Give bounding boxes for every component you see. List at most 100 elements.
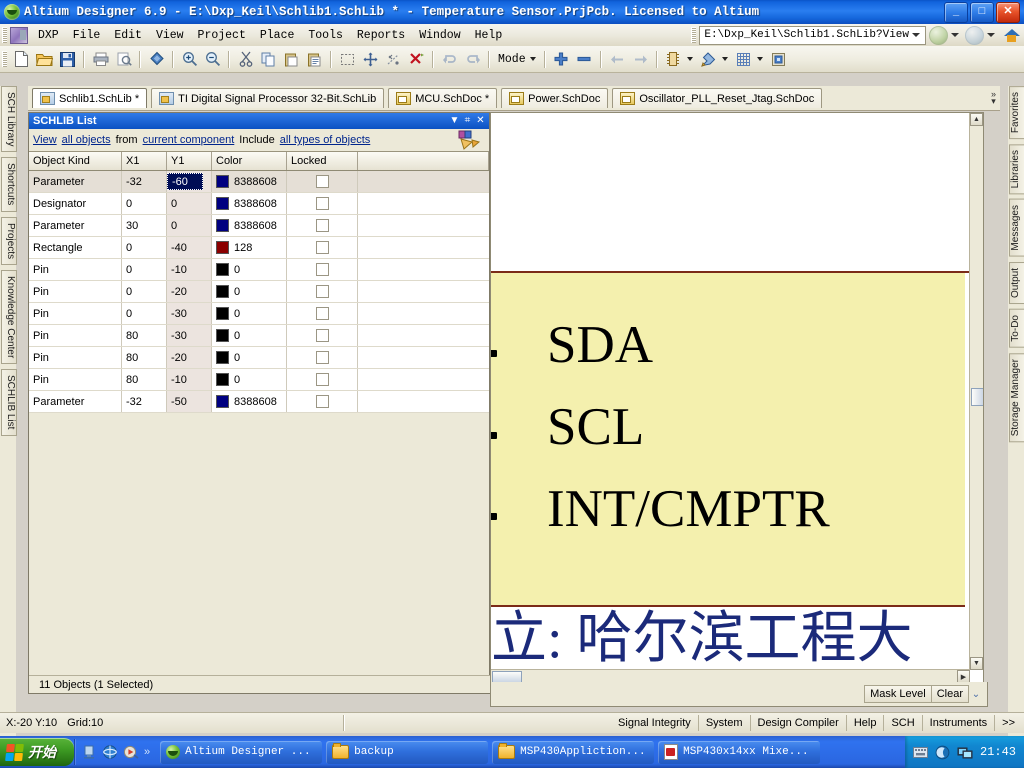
remove-part-icon[interactable] (574, 49, 595, 69)
mask-level-button[interactable]: Mask Level (864, 685, 932, 703)
new-document-icon[interactable] (11, 49, 32, 69)
cell-x1[interactable]: -32 (122, 171, 167, 192)
table-row[interactable]: Pin 0 -30 0 (29, 303, 489, 325)
sidebar-item-knowledge-center[interactable]: Knowledge Center (1, 269, 17, 365)
cell-locked[interactable] (287, 303, 358, 324)
locked-checkbox[interactable] (315, 241, 329, 254)
taskbar-item-msp430appliction[interactable]: MSP430Appliction... (492, 740, 655, 764)
chevron-right-double-icon[interactable]: » (144, 746, 150, 758)
menu-item-edit[interactable]: Edit (107, 26, 149, 45)
column-header-object-kind[interactable]: Object Kind (29, 152, 122, 170)
canvas-vertical-scrollbar[interactable]: ▲ ▼ (969, 113, 983, 670)
clear-selection-icon[interactable] (406, 49, 427, 69)
mode-dropdown-icon[interactable] (529, 57, 536, 61)
pin-marker[interactable] (491, 513, 497, 520)
ie-icon[interactable] (102, 744, 118, 760)
sidebar-item-storage-manager[interactable]: Storage Manager (1009, 352, 1024, 443)
sidebar-item-shortcuts[interactable]: Shortcuts (1, 157, 17, 212)
menu-item-file[interactable]: File (66, 26, 108, 45)
filter-source-link[interactable]: current component (143, 134, 235, 146)
open-folder-icon[interactable] (34, 49, 55, 69)
ide-icon[interactable] (768, 49, 789, 69)
taskbar-item-backup[interactable]: backup (326, 740, 489, 764)
table-row[interactable]: Pin 80 -30 0 (29, 325, 489, 347)
forward-navigation-icon[interactable] (965, 25, 984, 45)
menu-item-view[interactable]: View (149, 26, 191, 45)
schematic-canvas[interactable]: SDA SCL INT/CMPTR 立: 哈尔滨工程大 ▲ ▼ ▶ (490, 112, 984, 684)
back-navigation-icon[interactable] (929, 25, 948, 45)
column-header-x1[interactable]: X1 (122, 152, 167, 170)
locked-checkbox[interactable] (315, 263, 329, 276)
table-row[interactable]: Parameter 30 0 8388608 (29, 215, 489, 237)
grid-dropdown-icon[interactable] (756, 57, 763, 61)
locked-checkbox[interactable] (315, 351, 329, 364)
cell-color[interactable]: 0 (212, 325, 287, 346)
locked-checkbox[interactable] (315, 219, 329, 232)
scroll-up-icon[interactable]: ▲ (970, 113, 983, 126)
zoom-in-icon[interactable] (179, 49, 200, 69)
document-tab-mcu[interactable]: MCU.SchDoc * (388, 88, 498, 108)
menu-item-reports[interactable]: Reports (350, 26, 412, 45)
cell-x1[interactable]: 0 (122, 303, 167, 324)
status-button-sch[interactable]: SCH (884, 715, 923, 731)
cell-color[interactable]: 0 (212, 259, 287, 280)
cell-color[interactable]: 8388608 (212, 193, 287, 214)
sidebar-item-projects[interactable]: Projects (1, 216, 17, 265)
locked-checkbox[interactable] (315, 395, 329, 408)
move-icon[interactable] (360, 49, 381, 69)
media-player-icon[interactable] (123, 744, 139, 760)
pin-marker[interactable] (491, 350, 497, 357)
sidebar-item-output[interactable]: Output (1009, 262, 1024, 305)
pin-icon[interactable]: ⌗ (461, 115, 474, 128)
document-tab-ti-dsp[interactable]: TI Digital Signal Processor 32-Bit.SchLi… (151, 88, 385, 108)
locked-checkbox[interactable] (315, 307, 329, 320)
grid-icon[interactable] (733, 49, 754, 69)
cell-y1[interactable]: -30 (167, 303, 212, 324)
taskbar-item-altium[interactable]: Altium Designer ... (160, 740, 323, 764)
cut-icon[interactable] (235, 49, 256, 69)
y1-edit-input[interactable]: -60 (167, 173, 203, 190)
sidebar-item-todo[interactable]: To-Do (1009, 309, 1024, 348)
shield-icon[interactable] (935, 745, 950, 760)
cell-x1[interactable]: 80 (122, 369, 167, 390)
start-button[interactable]: 开始 (0, 738, 74, 766)
document-tab-oscillator[interactable]: Oscillator_PLL_Reset_Jtag.SchDoc (612, 88, 823, 108)
network-icon[interactable] (957, 746, 973, 759)
menu-item-help[interactable]: Help (468, 26, 510, 45)
taskbar-item-msp430x14xx-pdf[interactable]: MSP430x14xx Mixe... (658, 740, 821, 764)
chevron-down-icon[interactable]: ▼ (448, 115, 461, 128)
cell-locked[interactable] (287, 369, 358, 390)
cell-x1[interactable]: -32 (122, 391, 167, 412)
status-button-system[interactable]: System (699, 715, 751, 731)
address-bar[interactable]: E:\Dxp_Keil\Schlib1.SchLib?View (699, 25, 926, 45)
cell-color[interactable]: 8388608 (212, 171, 287, 192)
tab-overflow-button[interactable]: » ▾ (987, 87, 1000, 109)
column-header-locked[interactable]: Locked (287, 152, 358, 170)
locked-checkbox[interactable] (315, 373, 329, 386)
minimize-button[interactable]: _ (944, 1, 968, 23)
cell-y1[interactable]: -20 (167, 281, 212, 302)
table-row[interactable]: Pin 0 -20 0 (29, 281, 489, 303)
cell-color[interactable]: 128 (212, 237, 287, 258)
sidebar-item-favorites[interactable]: Favorites (1009, 86, 1024, 140)
cell-color[interactable]: 0 (212, 281, 287, 302)
cell-y1[interactable]: 0 (167, 215, 212, 236)
menu-item-place[interactable]: Place (253, 26, 302, 45)
menu-item-dxp[interactable]: DXP (31, 26, 66, 45)
paste-special-icon[interactable] (304, 49, 325, 69)
table-row[interactable]: Pin 80 -10 0 (29, 369, 489, 391)
sidebar-item-sch-library[interactable]: SCH Library (1, 86, 17, 153)
cell-y1[interactable]: -30 (167, 325, 212, 346)
menu-item-tools[interactable]: Tools (301, 26, 350, 45)
cell-x1[interactable]: 0 (122, 281, 167, 302)
board-icon[interactable] (146, 49, 167, 69)
cell-x1[interactable]: 0 (122, 193, 167, 214)
cell-color[interactable]: 0 (212, 303, 287, 324)
cell-y1[interactable]: -20 (167, 347, 212, 368)
print-preview-icon[interactable] (113, 49, 134, 69)
cell-locked[interactable] (287, 237, 358, 258)
column-header-color[interactable]: Color (212, 152, 287, 170)
save-icon[interactable] (57, 49, 78, 69)
column-header-y1[interactable]: Y1 (167, 152, 212, 170)
table-row[interactable]: Parameter -32 -50 8388608 (29, 391, 489, 413)
